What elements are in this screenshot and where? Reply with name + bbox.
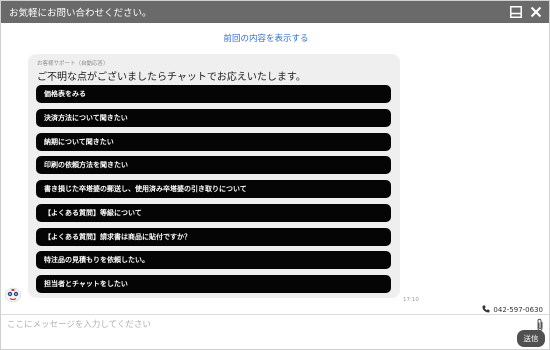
option-delivery[interactable]: 納期について聞きたい	[36, 133, 391, 151]
option-custom-estimate[interactable]: 特注品の見積もりを依頼したい。	[36, 251, 391, 269]
send-button[interactable]: 送信	[517, 330, 545, 347]
show-previous-link[interactable]: 前回の内容を表示する	[1, 32, 531, 44]
chat-header: お気軽にお問い合わせください。	[1, 1, 549, 23]
option-payment[interactable]: 決済方法について聞きたい	[36, 109, 391, 127]
chat-title: お気軽にお問い合わせください。	[9, 8, 152, 19]
sender-name: お客様サポート（自動応答）	[37, 61, 109, 67]
option-sotoba-return[interactable]: 書き損じた卒塔婆の郵送し、使用済み卒塔婆の引き取りについて	[36, 180, 391, 198]
message-input[interactable]	[7, 318, 507, 332]
chat-widget: お気軽にお問い合わせください。 前回の内容を表示する お客様サポート（自動応答）…	[0, 0, 550, 350]
paperclip-icon[interactable]	[535, 317, 545, 332]
option-faq-invoice[interactable]: 【よくある質問】請求書は商品に貼付ですか？	[36, 228, 391, 246]
message-text: ご不明な点がございましたらチャットでお応えいたします。	[37, 72, 306, 83]
window-controls	[509, 5, 543, 19]
option-print-request[interactable]: 印刷の依頼方法を聞きたい	[36, 156, 391, 174]
option-price-list[interactable]: 価格表をみる	[36, 85, 391, 103]
option-faq-grade[interactable]: 【よくある質問】等級について	[36, 204, 391, 222]
composer: 送信	[1, 314, 549, 349]
operator-avatar	[4, 287, 22, 303]
phone-number: 042-597-0630	[493, 306, 543, 314]
close-icon[interactable]	[529, 5, 543, 19]
minimize-icon[interactable]	[509, 5, 523, 19]
option-chat-with-staff[interactable]: 担当者とチャットをしたい	[36, 275, 391, 293]
message-time: 17:10	[403, 297, 419, 303]
